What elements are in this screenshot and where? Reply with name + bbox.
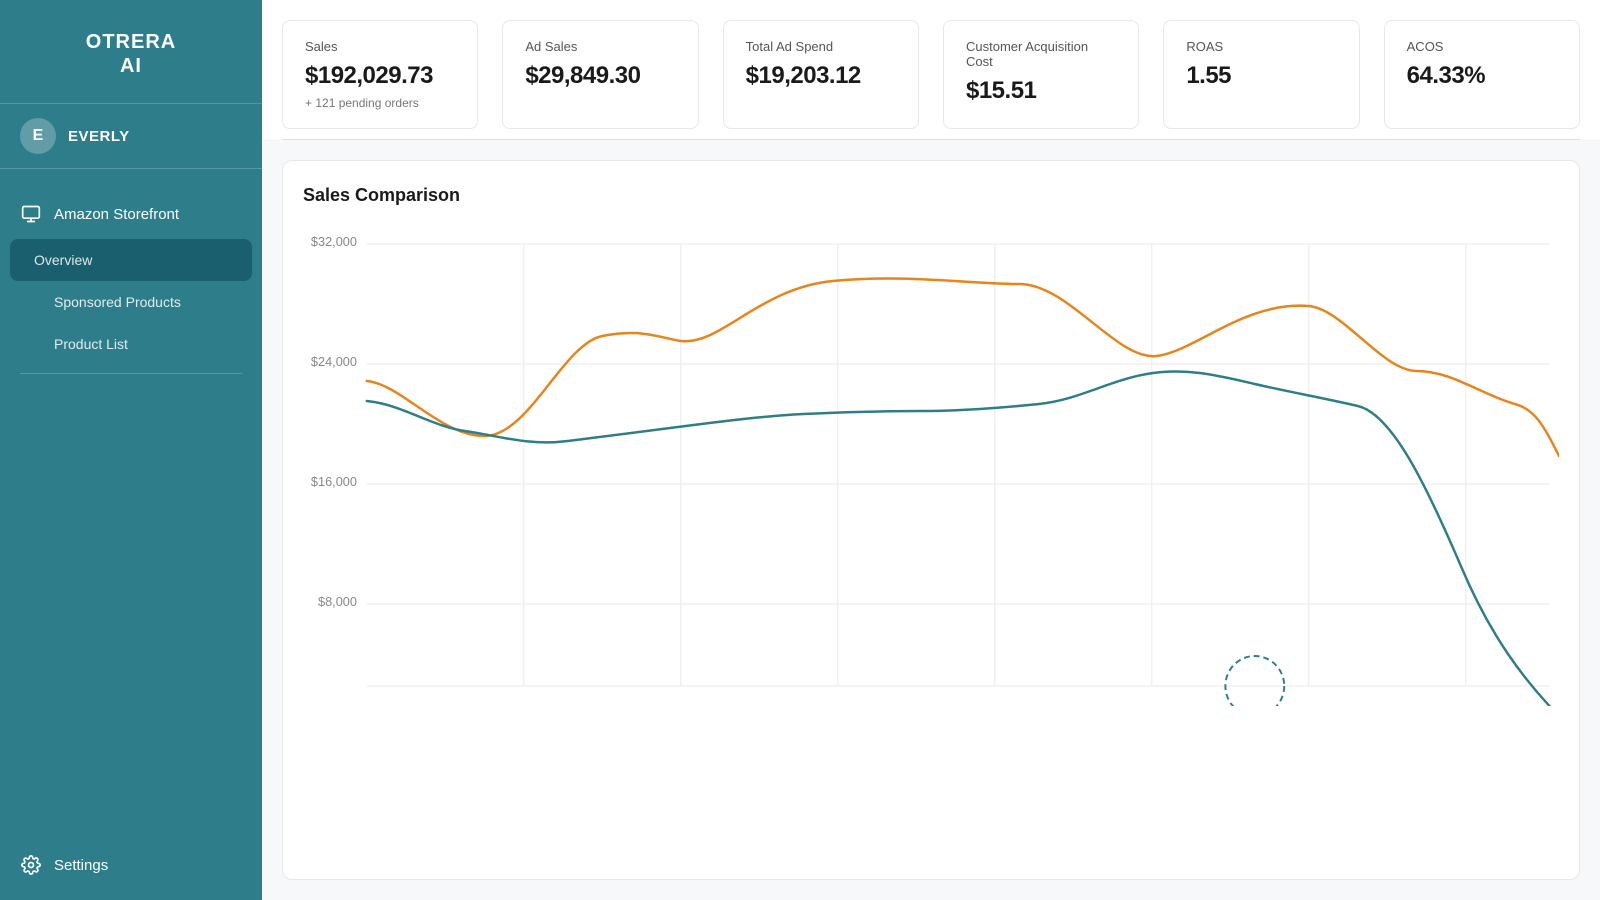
metric-sub-sales: + 121 pending orders xyxy=(305,96,455,110)
chart-title: Sales Comparison xyxy=(303,185,1559,206)
section-divider xyxy=(282,139,1580,140)
metrics-wrapper: Sales $192,029.73 + 121 pending orders A… xyxy=(262,0,1600,139)
metric-value-roas: 1.55 xyxy=(1186,62,1336,90)
sidebar-item-overview[interactable]: Overview xyxy=(10,239,252,281)
metric-label-cac: Customer Acquisition Cost xyxy=(966,39,1116,69)
logo-area: OTRERA AI xyxy=(0,0,262,103)
sidebar-label-product-list: Product List xyxy=(54,336,128,352)
sidebar-item-amazon-storefront[interactable]: Amazon Storefront xyxy=(0,189,262,239)
metric-card-acos: ACOS 64.33% xyxy=(1384,20,1580,129)
sidebar: OTRERA AI E EVERLY Amazon Storefront Ove… xyxy=(0,0,262,900)
sidebar-label-settings: Settings xyxy=(54,857,108,874)
user-name: EVERLY xyxy=(68,128,130,145)
metric-card-roas: ROAS 1.55 xyxy=(1163,20,1359,129)
sidebar-label-amazon-storefront: Amazon Storefront xyxy=(54,206,179,223)
chart-section: Sales Comparison $32,000 $24,000 $16,000… xyxy=(282,160,1580,880)
store-icon xyxy=(20,203,42,225)
brand-logo: OTRERA AI xyxy=(86,30,176,78)
svg-text:$16,000: $16,000 xyxy=(311,474,357,489)
sidebar-item-product-list[interactable]: Product List xyxy=(0,323,262,365)
avatar: E xyxy=(20,118,56,154)
gear-icon xyxy=(20,854,42,876)
metric-card-cac: Customer Acquisition Cost $15.51 xyxy=(943,20,1139,129)
nav-divider xyxy=(20,373,242,374)
metric-value-total-ad-spend: $19,203.12 xyxy=(746,62,896,90)
metric-value-acos: 64.33% xyxy=(1407,62,1557,90)
chart-container: $32,000 $24,000 $16,000 $8,000 xyxy=(303,226,1559,706)
svg-text:$8,000: $8,000 xyxy=(318,594,357,609)
sidebar-label-overview: Overview xyxy=(34,252,92,268)
metric-label-roas: ROAS xyxy=(1186,39,1336,54)
user-section[interactable]: E EVERLY xyxy=(0,103,262,169)
sales-comparison-chart: $32,000 $24,000 $16,000 $8,000 xyxy=(303,226,1559,706)
sidebar-item-settings[interactable]: Settings xyxy=(0,840,262,890)
svg-text:$32,000: $32,000 xyxy=(311,234,357,249)
metric-card-sales: Sales $192,029.73 + 121 pending orders xyxy=(282,20,478,129)
teal-line xyxy=(367,371,1559,706)
metric-label-ad-sales: Ad Sales xyxy=(525,39,675,54)
svg-text:$24,000: $24,000 xyxy=(311,354,357,369)
dashed-indicator xyxy=(1225,656,1284,706)
orange-line xyxy=(367,279,1559,456)
sidebar-item-sponsored-products[interactable]: Sponsored Products xyxy=(0,281,262,323)
metric-label-sales: Sales xyxy=(305,39,455,54)
metric-label-total-ad-spend: Total Ad Spend xyxy=(746,39,896,54)
metric-value-cac: $15.51 xyxy=(966,77,1116,105)
metric-value-ad-sales: $29,849.30 xyxy=(525,62,675,90)
metric-label-acos: ACOS xyxy=(1407,39,1557,54)
sidebar-label-sponsored-products: Sponsored Products xyxy=(54,294,181,310)
sidebar-bottom: Settings xyxy=(0,840,262,900)
metrics-row: Sales $192,029.73 + 121 pending orders A… xyxy=(282,20,1580,129)
metric-value-sales: $192,029.73 xyxy=(305,62,455,90)
main-content: Sales $192,029.73 + 121 pending orders A… xyxy=(262,0,1600,900)
metric-card-total-ad-spend: Total Ad Spend $19,203.12 xyxy=(723,20,919,129)
metric-card-ad-sales: Ad Sales $29,849.30 xyxy=(502,20,698,129)
nav-section: Amazon Storefront Overview Sponsored Pro… xyxy=(0,169,262,402)
